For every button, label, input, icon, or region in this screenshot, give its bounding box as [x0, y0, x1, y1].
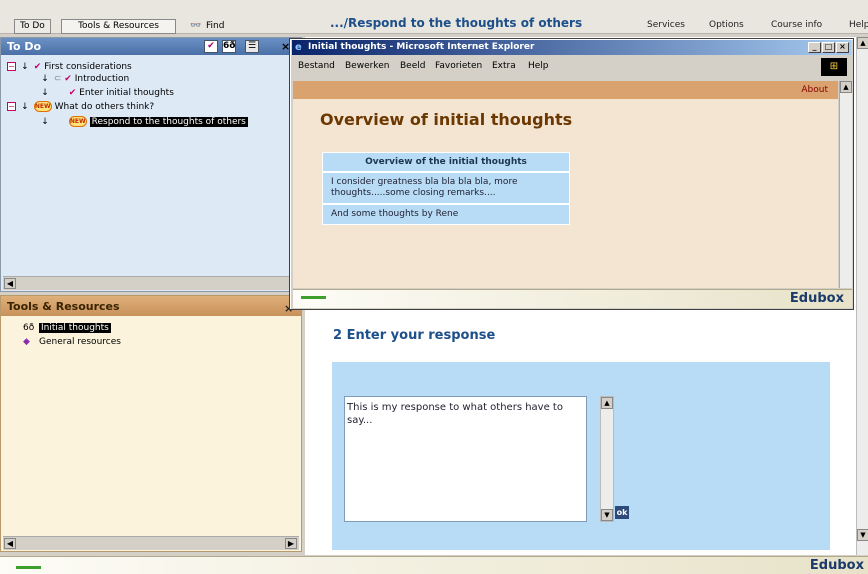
tools-header-label: Tools & Resources: [7, 300, 120, 313]
popup-title-bar[interactable]: e Initial thoughts - Microsoft Internet …: [292, 40, 851, 55]
top-toolbar: To Do Tools & Resources 👓 Find .../Respon…: [0, 0, 868, 34]
popup-vertical-scrollbar[interactable]: ▲: [839, 81, 852, 288]
tree-item-label: Enter initial thoughts: [79, 88, 174, 98]
page-title: .../Respond to the thoughts of others: [330, 16, 583, 30]
scroll-up-icon[interactable]: ▲: [840, 81, 852, 93]
tree-item-enter-initial-thoughts[interactable]: ↓ ✔ Enter initial thoughts: [39, 88, 174, 98]
popup-menubar: Bestand Bewerken Beeld Favorieten Extra …: [292, 57, 851, 79]
scroll-left-icon[interactable]: ◀: [4, 538, 16, 549]
tree-item-first-considerations[interactable]: − ↓ ✔ First considerations: [7, 62, 132, 72]
scroll-up-icon[interactable]: ▲: [857, 37, 868, 49]
menu-extra[interactable]: Extra: [492, 61, 516, 71]
minimize-button[interactable]: _: [808, 42, 821, 53]
menu-beeld[interactable]: Beeld: [400, 61, 425, 71]
find-label: Find: [206, 21, 225, 31]
menu-favorieten[interactable]: Favorieten: [435, 61, 482, 71]
thoughts-table: Overview of the initial thoughts I consi…: [322, 152, 570, 225]
tree-item-label: Introduction: [74, 74, 130, 84]
collapse-icon[interactable]: −: [7, 102, 16, 111]
popup-window: e Initial thoughts - Microsoft Internet …: [289, 38, 854, 310]
popup-title: Initial thoughts - Microsoft Internet Ex…: [308, 42, 535, 52]
table-row: I consider greatness bla bla bla bla, mo…: [322, 172, 570, 204]
list-icon[interactable]: ☰: [245, 40, 259, 53]
tool-item-label: Initial thoughts: [39, 323, 111, 333]
book-icon: ◆: [23, 337, 30, 347]
table-header: Overview of the initial thoughts: [322, 152, 570, 172]
tools-panel: Tools & Resources × 6ð Initial thoughts ◆…: [0, 295, 302, 552]
maximize-button[interactable]: □: [822, 42, 835, 53]
todo-header-label: To Do: [7, 40, 42, 53]
tool-item-general-resources[interactable]: ◆ General resources: [23, 337, 121, 347]
todo-panel: To Do ✔ 6ð ☰ × − ↓ ✔ First consideration…: [0, 37, 302, 292]
table-row: And some thoughts by Rene: [322, 204, 570, 225]
scroll-down-icon[interactable]: ▼: [857, 529, 868, 541]
ie-icon: e: [295, 42, 302, 53]
about-link[interactable]: About: [801, 85, 828, 95]
check-icon: ✔: [33, 62, 42, 72]
horizontal-scrollbar[interactable]: ◀: [3, 276, 299, 290]
tab-tools-resources[interactable]: Tools & Resources: [61, 19, 176, 34]
check-icon[interactable]: ✔: [204, 40, 218, 53]
check-icon: ✔: [64, 74, 72, 84]
response-textarea[interactable]: This is my response to what others have …: [344, 396, 587, 522]
new-badge-icon: NEW: [68, 116, 87, 127]
tree-item-label: Respond to the thoughts of others: [89, 117, 248, 127]
scroll-left-icon[interactable]: ◀: [4, 278, 16, 289]
menu-help[interactable]: Help: [849, 20, 868, 30]
progress-indicator: [16, 566, 41, 569]
horizontal-scrollbar[interactable]: ◀ ▶: [3, 536, 299, 550]
tree-item-respond-to-thoughts[interactable]: ↓ NEW Respond to the thoughts of others: [39, 116, 248, 127]
brand-logo: Edubox: [809, 558, 864, 573]
main-vertical-scrollbar[interactable]: ▲ ▼: [856, 37, 868, 555]
check-icon: ✔: [68, 88, 77, 98]
popup-heading: Overview of initial thoughts: [320, 110, 573, 129]
response-area: This is my response to what others have …: [332, 362, 830, 550]
popup-page: About Overview of initial thoughts Overv…: [293, 81, 838, 288]
find-button[interactable]: 👓 Find: [190, 19, 224, 34]
progress-indicator: [301, 296, 326, 299]
glasses-icon: 6ð: [23, 323, 35, 333]
menu-help[interactable]: Help: [528, 61, 549, 71]
arrow-down-icon: ↓: [41, 88, 49, 98]
tool-item-initial-thoughts[interactable]: 6ð Initial thoughts: [23, 323, 111, 333]
binoculars-icon: 👓: [190, 21, 202, 31]
glasses-icon[interactable]: 6ð: [222, 40, 236, 53]
scroll-up-icon[interactable]: ▲: [601, 397, 613, 409]
scroll-down-icon[interactable]: ▼: [601, 509, 613, 521]
tab-todo[interactable]: To Do: [14, 19, 51, 34]
ok-button[interactable]: ok: [615, 506, 629, 519]
tree-item-label: What do others think?: [54, 102, 155, 112]
tool-item-label: General resources: [39, 337, 121, 347]
windows-logo-icon: ⊞: [821, 58, 847, 76]
menu-course-info[interactable]: Course info: [771, 20, 822, 30]
arrow-down-icon: ↓: [41, 117, 49, 127]
todo-header: To Do ✔ 6ð ☰ ×: [1, 38, 301, 55]
menu-services[interactable]: Services: [647, 20, 685, 30]
scroll-right-icon[interactable]: ▶: [285, 538, 297, 549]
arrow-down-icon: ↓: [21, 102, 29, 112]
section-title: 2 Enter your response: [333, 328, 496, 343]
tools-header: Tools & Resources ×: [1, 296, 301, 316]
menu-bewerken[interactable]: Bewerken: [345, 61, 389, 71]
tree-item-introduction[interactable]: ↓ ⊂ ✔ Introduction: [39, 74, 129, 84]
new-badge-icon: NEW: [33, 101, 52, 112]
arrow-down-icon: ↓: [21, 62, 29, 72]
tree-item-label: First considerations: [44, 62, 132, 72]
menu-options[interactable]: Options: [709, 20, 744, 30]
close-button[interactable]: ×: [836, 42, 849, 53]
popup-footer: Edubox: [293, 289, 852, 308]
response-scrollbar[interactable]: ▲ ▼: [600, 396, 614, 522]
status-bar: Edubox: [0, 556, 868, 574]
brand-logo: Edubox: [789, 291, 844, 306]
arrow-down-icon: ↓: [41, 74, 49, 84]
link-icon: ⊂: [53, 74, 62, 84]
menu-bestand[interactable]: Bestand: [298, 61, 335, 71]
popup-header-band: About: [293, 81, 838, 99]
collapse-icon[interactable]: −: [7, 62, 16, 71]
tree-item-what-do-others-think[interactable]: − ↓ NEW What do others think?: [7, 101, 154, 112]
